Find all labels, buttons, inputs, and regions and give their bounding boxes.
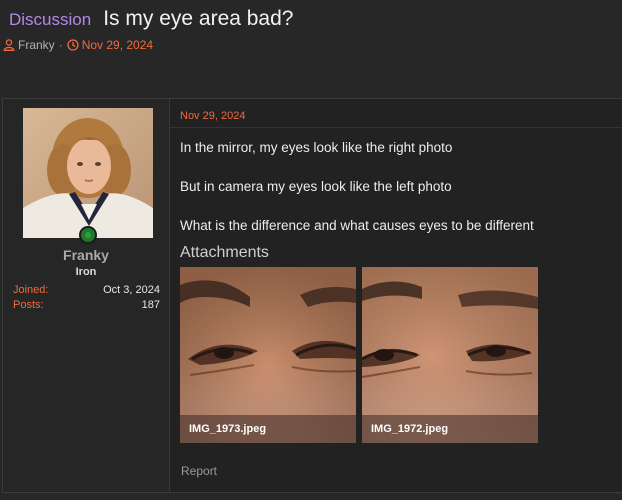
attachments-heading: Attachments xyxy=(180,244,269,261)
post-line: But in camera my eyes look like the left… xyxy=(180,179,452,194)
attachment-thumbnail[interactable]: IMG_1973.jpeg xyxy=(180,267,356,443)
bottom-bar xyxy=(0,493,622,500)
attachment-thumbnail[interactable]: IMG_1972.jpeg xyxy=(362,267,538,443)
post-message: Nov 29, 2024 In the mirror, my eyes look… xyxy=(170,99,622,492)
post-username[interactable]: Franky xyxy=(3,247,169,263)
post: Franky Iron Joined: Oct 3, 2024 Posts: 1… xyxy=(2,98,622,493)
thread-author-link[interactable]: Franky xyxy=(18,38,55,52)
thread-meta: Franky · Nov 29, 2024 xyxy=(3,38,153,52)
clock-icon xyxy=(67,39,79,51)
stat-joined: Joined: Oct 3, 2024 xyxy=(13,284,160,296)
post-user-cell: Franky Iron Joined: Oct 3, 2024 Posts: 1… xyxy=(3,99,170,492)
report-link[interactable]: Report xyxy=(181,464,217,478)
stat-value: Oct 3, 2024 xyxy=(103,284,160,296)
thread-header: Discussion Is my eye area bad? Franky · … xyxy=(0,0,622,96)
post-body: In the mirror, my eyes look like the rig… xyxy=(180,140,534,257)
page-title: Is my eye area bad? xyxy=(103,7,294,30)
stat-label: Posts: xyxy=(13,299,44,311)
avatar[interactable] xyxy=(23,108,153,238)
user-title: Iron xyxy=(75,266,97,278)
stat-posts: Posts: 187 xyxy=(13,299,160,311)
post-line: In the mirror, my eyes look like the rig… xyxy=(180,140,453,155)
stat-label: Joined: xyxy=(13,284,49,296)
online-status-indicator xyxy=(79,226,97,244)
post-date-link[interactable]: Nov 29, 2024 xyxy=(180,110,245,122)
stat-value[interactable]: 187 xyxy=(142,299,160,311)
meta-separator: · xyxy=(58,38,63,52)
thread-title-row: Discussion Is my eye area bad? xyxy=(9,7,293,31)
thread-prefix-label[interactable]: Discussion xyxy=(9,10,91,30)
user-icon xyxy=(3,39,15,51)
thread-date-link[interactable]: Nov 29, 2024 xyxy=(82,38,153,52)
attachment-filename[interactable]: IMG_1972.jpeg xyxy=(362,415,538,443)
attachment-filename[interactable]: IMG_1973.jpeg xyxy=(180,415,356,443)
divider xyxy=(170,127,622,128)
